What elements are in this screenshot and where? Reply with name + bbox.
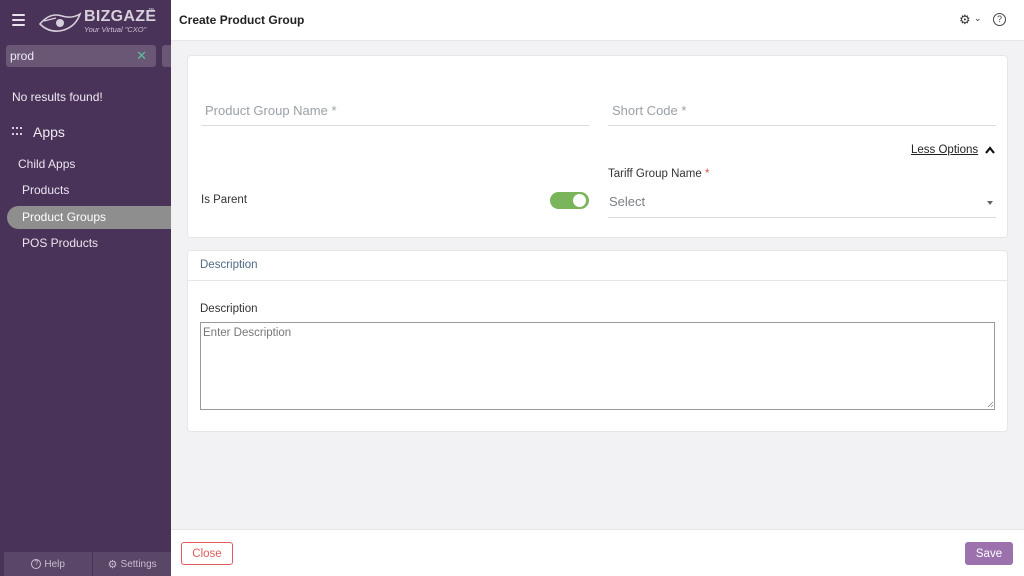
sidebar-search: ✕ <box>6 45 156 67</box>
search-option-button[interactable] <box>162 45 171 67</box>
sidebar: BIZGAZE ™ Your Virtual "CXO" ✕ No result… <box>0 0 171 576</box>
less-options-link[interactable]: Less Options <box>911 144 978 156</box>
sidebar-item-product-groups[interactable]: Product Groups <box>7 206 171 229</box>
sidebar-item-products[interactable]: Products <box>7 179 171 202</box>
save-button[interactable]: Save <box>965 542 1013 565</box>
description-card-header: Description <box>188 251 1007 281</box>
apps-label: Apps <box>33 124 65 140</box>
product-group-name-input[interactable] <box>201 96 589 124</box>
tariff-group-select[interactable]: Select <box>608 187 996 218</box>
sidebar-bottom-bar: ? Help ⚙ Settings <box>4 552 171 576</box>
tariff-group-label: Tariff Group Name * <box>608 168 709 180</box>
gear-icon[interactable]: ⚙ <box>959 12 971 28</box>
chevron-down-icon[interactable]: ⌄ <box>974 13 982 24</box>
brand-tagline: Your Virtual "CXO" <box>84 25 147 34</box>
search-clear-icon[interactable]: ✕ <box>136 49 147 63</box>
hamburger-menu-icon[interactable] <box>12 14 25 26</box>
help-button[interactable]: ? Help <box>4 552 94 576</box>
resize-grip-icon[interactable] <box>987 401 994 408</box>
caret-down-icon <box>987 201 993 205</box>
description-section-title: Description <box>200 259 258 271</box>
brand-trademark: ™ <box>148 8 154 14</box>
product-group-form-card: Less Options Tariff Group Name * Select … <box>187 55 1008 238</box>
form-footer: Close Save <box>171 529 1024 576</box>
apps-header: Apps <box>12 124 65 140</box>
description-card: Description Description <box>187 250 1008 432</box>
help-icon[interactable]: ? <box>993 13 1006 26</box>
logo-eye-icon <box>38 12 82 32</box>
toggle-knob <box>573 194 586 207</box>
page-title: Create Product Group <box>179 13 305 27</box>
tariff-group-select-value: Select <box>609 194 646 209</box>
is-parent-toggle[interactable] <box>550 192 589 209</box>
is-parent-label: Is Parent <box>201 194 248 206</box>
sidebar-item-pos-products[interactable]: POS Products <box>7 232 171 255</box>
sidebar-item-child-apps[interactable]: Child Apps <box>7 153 171 176</box>
settings-label: Settings <box>120 558 157 570</box>
short-code-field <box>608 96 996 126</box>
no-results-message: No results found! <box>12 90 103 104</box>
help-label: Help <box>44 558 65 570</box>
brand-name: BIZGAZE <box>84 8 157 25</box>
page-header: Create Product Group ⚙ ⌄ ? <box>171 0 1024 41</box>
product-group-name-field <box>201 96 589 126</box>
tariff-group-label-text: Tariff Group Name <box>608 168 702 180</box>
help-circle-icon: ? <box>31 559 42 569</box>
apps-grid-icon <box>12 127 24 137</box>
chevron-up-icon[interactable] <box>984 145 996 155</box>
sidebar-top: BIZGAZE ™ Your Virtual "CXO" <box>0 0 171 42</box>
description-textarea[interactable] <box>200 322 995 410</box>
sidebar-search-input[interactable] <box>6 45 131 67</box>
description-label: Description <box>200 303 258 315</box>
short-code-input[interactable] <box>608 96 996 124</box>
gear-icon: ⚙ <box>107 558 118 571</box>
close-button[interactable]: Close <box>181 542 233 565</box>
required-mark: * <box>704 168 710 180</box>
bizgaze-logo[interactable]: BIZGAZE ™ Your Virtual "CXO" <box>38 8 158 36</box>
settings-button[interactable]: ⚙ Settings <box>93 552 171 576</box>
main-content: Less Options Tariff Group Name * Select … <box>171 41 1024 529</box>
